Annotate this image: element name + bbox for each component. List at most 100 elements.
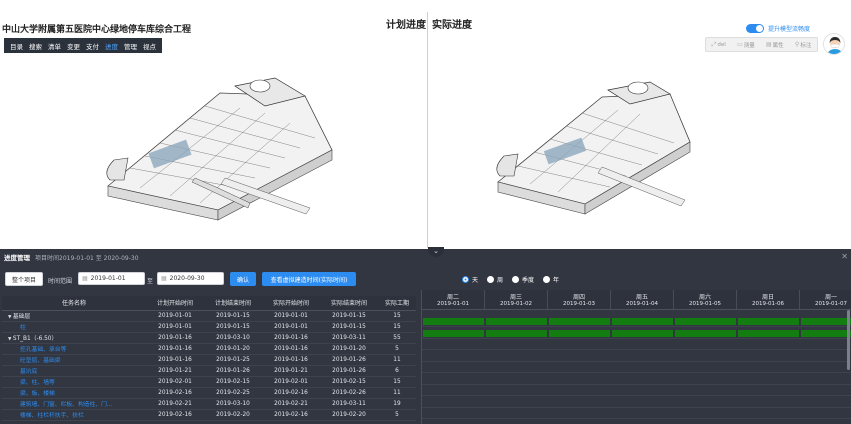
end-date-input[interactable]: ▦ 2020-09-30 [157,272,224,285]
task-cell: 2019-01-15 [320,310,378,322]
view-divider [427,12,428,248]
column-header[interactable]: 任务名称 [2,296,146,311]
view-virtual-construction-button[interactable]: 查看虚拟建造时间(实际时间) [262,272,356,286]
task-name[interactable]: 梁、板、楼梯 [2,387,146,399]
time-scale-radio[interactable]: 年 [543,275,559,284]
start-date-input[interactable]: ▦ 2019-01-01 [78,272,145,285]
task-name[interactable]: 建筑墙、门窗、栏板、构造柱、门... [2,398,146,410]
gantt-row [422,397,851,408]
gantt-bar[interactable] [423,318,484,325]
table-row[interactable]: 柱 2019-01-01 2019-01-15 2019-01-01 2019-01-1… [2,321,416,333]
gantt-bar[interactable] [738,329,799,337]
table-row[interactable]: ST_B1（-6.50）2019-01-162019-03-102019-01-… [2,332,416,344]
vertical-scrollbar[interactable] [847,310,850,370]
task-cell: 2019-02-16 [262,409,320,421]
user-avatar[interactable] [823,33,845,55]
gantt-row [422,362,851,373]
menu-item[interactable]: 支付 [83,41,102,51]
bim-viewer[interactable]: 中山大学附属第五医院中心绿地停车库综合工程 目录 搜索 清单 变更 支付 进度 管理 视点 计… [0,0,851,249]
task-name[interactable]: 楼梯、柱栏杆扶手、扶栏 [2,409,146,421]
time-scale-radio[interactable]: 季度 [512,275,534,284]
menu-item[interactable]: 变更 [64,41,83,51]
toolbox-item-measure[interactable]: ▭ 测量 [737,41,755,49]
table-row[interactable]: 基坑底 2019-01-21 2019-01-26 2019-01-21 2019-01… [2,365,416,377]
menu-item[interactable]: 搜索 [26,41,45,51]
table-row[interactable]: 建筑墙、门窗、栏板、构造柱、门... 2019-02-21 2019-03-10 20… [2,398,416,410]
table-row[interactable]: 梁、板、楼梯 2019-02-16 2019-02-25 2019-02-16 2019… [2,387,416,399]
gantt-row [422,339,851,350]
whole-project-button[interactable]: 整个项目 [5,272,43,286]
task-name: ST_B1（-6.50） [2,332,146,344]
table-row[interactable]: 梁、柱、墙等 2019-02-01 2019-02-15 2019-02-01 2019… [2,376,416,388]
task-cell: 2019-03-10 [204,398,262,410]
radio-dot [543,276,551,283]
gantt-row [422,316,851,327]
gantt-bar[interactable] [549,318,610,325]
task-name[interactable]: 梁、柱、墙等 [2,376,146,388]
gantt-bar[interactable] [675,329,736,337]
gantt-date: 2019-01-07 [815,301,847,307]
gantt-date: 2019-01-03 [563,301,595,307]
gantt-bar[interactable] [486,329,547,337]
menu-item[interactable]: 进度 [102,41,121,51]
confirm-button[interactable]: 确认 [230,272,256,286]
task-name[interactable]: 基坑底 [2,365,146,377]
menu-item[interactable]: 视点 [140,41,159,51]
toolbox-item-annotate[interactable]: ⚲ 标注 [795,41,811,49]
menu-item[interactable]: 管理 [121,41,140,51]
column-header[interactable]: 实际结束时间 [320,296,378,311]
menu-item[interactable]: 清单 [45,41,64,51]
gantt-day-header: 周四 2019-01-03 [548,290,611,309]
task-cell: 2019-02-16 [146,409,204,421]
radio-label: 季度 [522,277,535,284]
gantt-bar[interactable] [486,318,547,325]
task-cell: 2019-02-25 [204,387,262,399]
table-row[interactable]: 基础层2019-01-012019-01-152019-01-012019-01… [2,310,416,322]
gantt-bar[interactable] [549,329,610,337]
gantt-date: 2019-01-01 [437,301,469,307]
column-header[interactable]: 实际开始时间 [262,296,320,311]
column-header[interactable]: 计划结束时间 [204,296,262,311]
task-cell: 2019-03-10 [204,332,262,344]
smooth-model-toggle[interactable] [746,24,764,33]
planned-building-model[interactable] [100,68,350,228]
task-cell: 2019-01-16 [146,343,204,355]
time-scale-radio[interactable]: 天 [462,275,478,284]
task-cell: 2019-03-11 [320,398,378,410]
panel-header: 进度管理 项目时间2019-01-01 至 2020-09-30 ✕ [0,249,851,265]
gantt-bar[interactable] [423,329,484,337]
gantt-bar[interactable] [801,318,851,325]
task-name[interactable]: 柱 [2,321,146,333]
task-cell: 2019-02-20 [320,409,378,421]
column-header[interactable]: 计划开始时间 [146,296,204,311]
gantt-bar[interactable] [801,329,851,337]
task-cell: 5 [378,343,416,355]
table-row[interactable]: 砼垫层、基础梁 2019-01-16 2019-01-25 2019-01-16 201… [2,354,416,366]
time-scale-radio[interactable]: 周 [487,275,503,284]
actual-building-model[interactable] [490,72,740,222]
marker-icon: ⚲ [794,41,800,48]
close-icon[interactable]: ✕ [841,252,848,261]
toolbox-item-properties[interactable]: ▤ 属性 [766,41,784,49]
radio-label: 年 [553,277,560,284]
gantt-bar[interactable] [675,318,736,325]
toolbox-item-fullscreen[interactable]: ⤢ del [712,41,726,49]
gantt-bar[interactable] [738,318,799,325]
task-cell: 6 [378,365,416,377]
task-cell: 2019-01-15 [204,321,262,333]
gantt-bar[interactable] [612,329,673,337]
project-title: 中山大学附属第五医院中心绿地停车库综合工程 [2,25,192,35]
task-cell: 2019-01-01 [146,310,204,322]
task-cell: 2019-01-01 [262,310,320,322]
menu-item[interactable]: 目录 [7,41,26,51]
task-cell: 2019-01-26 [204,365,262,377]
radio-dot [512,276,520,283]
table-row[interactable]: 楼梯、柱栏杆扶手、扶栏 2019-02-16 2019-02-20 2019-02-1… [2,409,416,421]
table-row[interactable]: 挖孔基础、承台等 2019-01-16 2019-01-20 2019-01-16 20… [2,343,416,355]
task-name[interactable]: 挖孔基础、承台等 [2,343,146,355]
time-range-label: 时间范围 [48,278,73,285]
column-header[interactable]: 实际工期 [378,296,416,311]
gantt-chart: 周二 2019-01-01 周三 2019-01-02 周四 2019-01-03 周五 20… [421,290,851,424]
gantt-bar[interactable] [612,318,673,325]
task-name[interactable]: 砼垫层、基础梁 [2,354,146,366]
